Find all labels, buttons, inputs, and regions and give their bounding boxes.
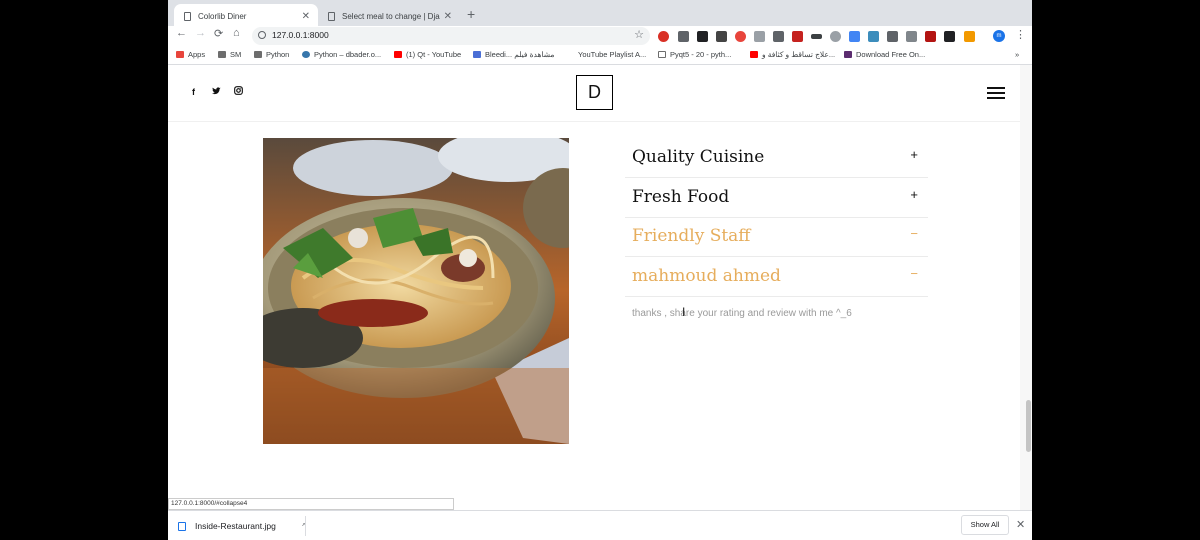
red-extension-icon[interactable] <box>735 31 746 42</box>
accordion-title: mahmoud ahmed <box>632 266 781 286</box>
bookmark-apps[interactable]: Apps <box>176 50 205 59</box>
minus-icon[interactable]: − <box>910 226 918 241</box>
accordion-fresh-food[interactable]: Fresh Food + <box>625 178 928 218</box>
forward-button[interactable]: → <box>195 27 206 39</box>
download-file-name: Inside-Restaurant.jpg <box>195 521 276 531</box>
profile-avatar[interactable]: m <box>993 30 1005 42</box>
bookmark-youtube-playlist[interactable]: YouTube Playlist A... <box>566 50 646 59</box>
folder-icon <box>254 51 262 58</box>
reload-button[interactable]: ⟳ <box>214 27 223 40</box>
close-tab-icon[interactable]: ✕ <box>302 11 310 22</box>
arrow-down-extension-icon[interactable] <box>887 31 898 42</box>
accordion-mahmoud-ahmed[interactable]: mahmoud ahmed − <box>625 257 928 297</box>
text-cursor-icon: I <box>682 305 686 319</box>
page-icon <box>328 11 335 21</box>
accordion-quality-cuisine[interactable]: Quality Cuisine + <box>625 138 928 178</box>
function-extension-icon[interactable] <box>716 31 727 42</box>
download-shelf: Inside-Restaurant.jpg ^ Show All ✕ <box>168 510 1032 540</box>
link-extension-icon[interactable] <box>811 34 822 39</box>
youtube-icon <box>394 51 402 58</box>
scrollbar-thumb[interactable] <box>1026 400 1031 452</box>
gear-extension-icon[interactable] <box>830 31 841 42</box>
toolbar: ← → ⟳ ⌂ 127.0.0.1:8000 ☆ <box>168 26 1032 46</box>
instagram-icon[interactable] <box>234 86 243 97</box>
adblock-extension-icon[interactable] <box>658 31 669 42</box>
divider <box>625 296 928 297</box>
tab-title: Select meal to change | Django <box>342 11 440 21</box>
apps-grid-icon <box>176 51 184 58</box>
home-button[interactable]: ⌂ <box>233 27 240 39</box>
page-viewport: f D Quality Cuisine + Fresh Food + Frien… <box>168 65 1032 510</box>
square-extension-icon[interactable] <box>925 31 936 42</box>
close-icon[interactable]: ✕ <box>1016 518 1025 531</box>
bookmarks-more-button[interactable]: » <box>1015 50 1019 59</box>
download-extension-icon[interactable] <box>944 31 955 42</box>
bookmarks-bar: Apps SM Python Python – dbader.o... (1) … <box>168 46 1032 64</box>
accordion-body-text: thanks , share your rating and review wi… <box>632 308 852 319</box>
plus-icon[interactable]: + <box>910 187 918 202</box>
site-logo[interactable]: D <box>576 75 613 110</box>
info-icon[interactable] <box>258 31 266 39</box>
facebook-icon[interactable]: f <box>192 87 195 97</box>
close-tab-icon[interactable]: ✕ <box>444 11 452 22</box>
cursor-extension-icon[interactable] <box>697 31 708 42</box>
plus-icon[interactable]: + <box>910 147 918 162</box>
site-icon <box>473 51 481 58</box>
page-icon <box>184 11 191 21</box>
recycle-extension-icon[interactable] <box>678 31 689 42</box>
browser-window: Colorlib Diner ✕ Select meal to change |… <box>168 0 1032 540</box>
image-file-icon <box>178 521 186 531</box>
tab-colorlib-diner[interactable]: Colorlib Diner ✕ <box>174 4 318 28</box>
minus-icon[interactable]: − <box>910 266 918 281</box>
p-extension-icon[interactable] <box>773 31 784 42</box>
address-url: 127.0.0.1:8000 <box>272 30 329 40</box>
download-item[interactable]: Inside-Restaurant.jpg ^ <box>178 515 306 537</box>
accordion-title: Quality Cuisine <box>632 147 765 167</box>
bookmark-pyqt5[interactable]: Pyqt5 - 20 - pyth... <box>658 50 731 59</box>
youtube-icon <box>750 51 758 58</box>
address-bar[interactable]: 127.0.0.1:8000 ☆ <box>252 27 650 45</box>
bookmark-dbader[interactable]: Python – dbader.o... <box>302 50 381 59</box>
tab-strip: Colorlib Diner ✕ Select meal to change |… <box>168 0 1032 28</box>
download-separator <box>305 516 306 536</box>
twitter-icon[interactable] <box>212 87 221 97</box>
folder-icon <box>218 51 226 58</box>
grey-extension-icon[interactable] <box>754 31 765 42</box>
page-icon <box>658 51 666 58</box>
bookmark-python[interactable]: Python <box>254 50 289 59</box>
bookmark-qt-youtube[interactable]: (1) Qt - YouTube <box>394 50 461 59</box>
status-bar-url: 127.0.0.1:8000/#collapse4 <box>168 498 454 510</box>
play-extension-icon[interactable] <box>964 31 975 42</box>
page-icon <box>566 51 574 58</box>
bookmark-arabic-youtube[interactable]: علاج تساقط و كثافة و... <box>750 50 835 59</box>
bookmark-bleedi[interactable]: Bleedi... مشاهدة فيلم <box>473 50 554 59</box>
download-blue-extension-icon[interactable] <box>849 31 860 42</box>
restaurant-food-image <box>263 138 569 444</box>
tab-select-meal[interactable]: Select meal to change | Django ✕ <box>318 4 460 28</box>
accordion-title: Fresh Food <box>632 187 730 207</box>
b-site-icon <box>844 51 852 58</box>
bookmark-sm[interactable]: SM <box>218 50 241 59</box>
w-extension-icon[interactable] <box>792 31 803 42</box>
accordion-friendly-staff[interactable]: Friendly Staff − <box>625 217 928 257</box>
back-button[interactable]: ← <box>176 27 187 39</box>
menu-kebab-icon[interactable]: ⋮ <box>1015 28 1026 41</box>
bookmark-star-icon[interactable]: ☆ <box>634 28 644 41</box>
tab-title: Colorlib Diner <box>198 11 247 21</box>
screen-extension-icon[interactable] <box>868 31 879 42</box>
header-divider <box>168 121 1032 122</box>
bookmark-download-free[interactable]: Download Free On... <box>844 50 925 59</box>
mic-extension-icon[interactable] <box>906 31 917 42</box>
hamburger-menu-icon[interactable] <box>987 87 1005 99</box>
python-icon <box>302 51 310 58</box>
new-tab-button[interactable]: + <box>467 6 475 22</box>
show-all-button[interactable]: Show All <box>961 515 1009 535</box>
accordion-title: Friendly Staff <box>632 226 751 246</box>
